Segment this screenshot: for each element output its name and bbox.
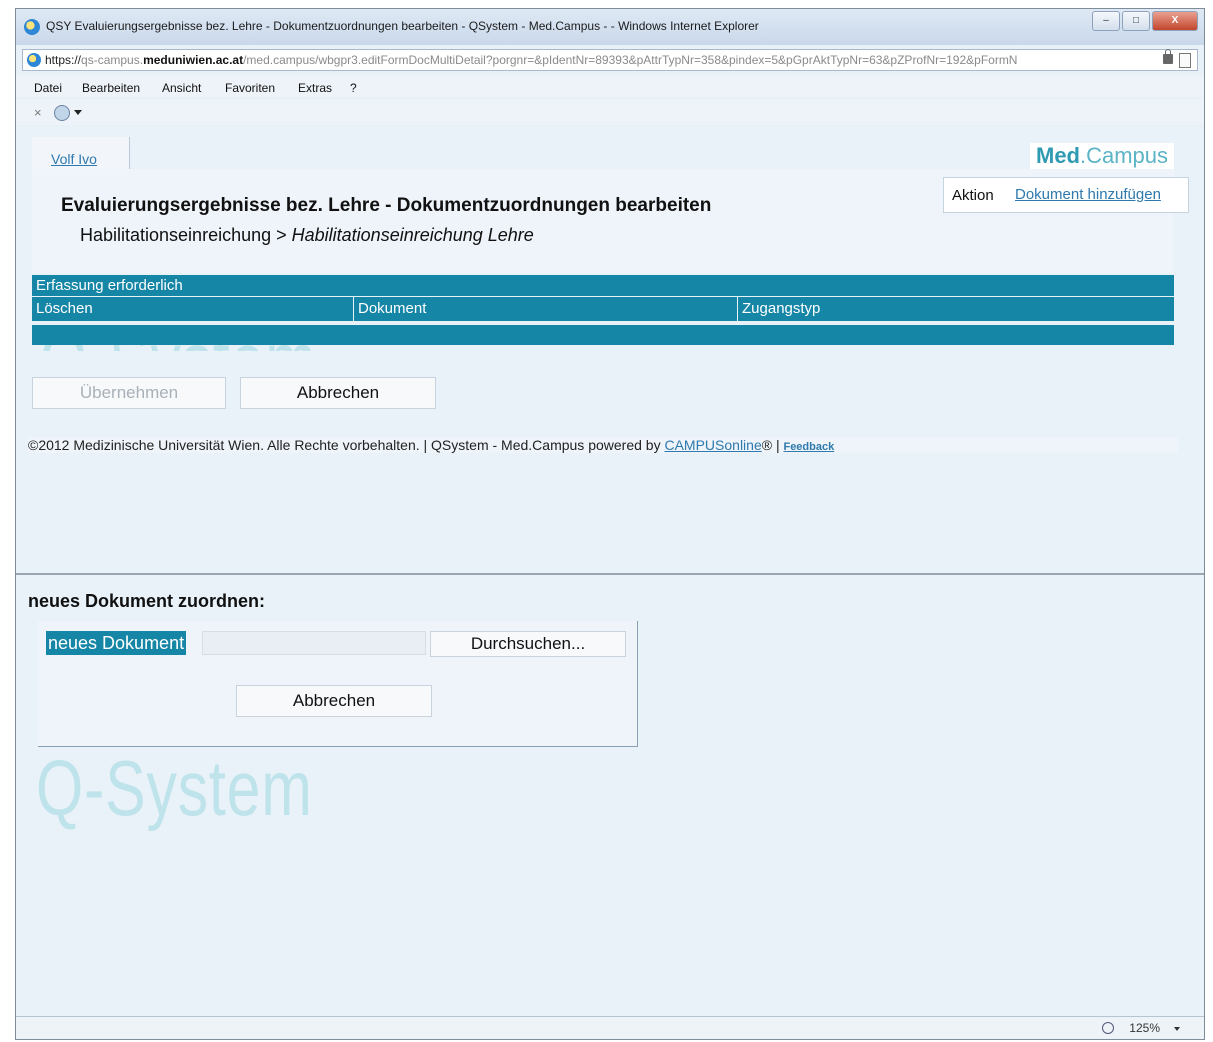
user-link[interactable]: Volf Ivo [51,151,97,167]
menu-extras[interactable]: Extras [298,81,332,95]
menu-datei[interactable]: Datei [34,81,62,95]
menu-favoriten[interactable]: Favoriten [225,81,275,95]
zoom-icon[interactable] [1102,1022,1114,1034]
campusonline-link[interactable]: CAMPUSonline [664,437,761,453]
address-bar[interactable]: https://qs-campus.meduniwien.ac.at/med.c… [22,49,1198,71]
url-subdomain: qs-campus. [81,53,144,67]
window-controls: – □ X [1090,11,1198,31]
favorites-icon[interactable] [54,105,70,121]
frame-divider[interactable] [16,573,1204,575]
menu-bearbeiten[interactable]: Bearbeiten [82,81,140,95]
table-empty-row [32,325,1174,345]
browse-button[interactable]: Durchsuchen... [430,631,626,657]
command-bar: × [16,99,1204,125]
watermark-bottom: Q-System [36,744,313,832]
apply-button[interactable]: Übernehmen [32,377,226,409]
ie-logo-icon [24,19,40,35]
ie-page-icon [27,53,41,67]
browser-window: QSY Evaluierungsergebnisse bez. Lehre - … [15,8,1205,1040]
page-content: Volf Ivo Med.Campus Evaluierungsergebnis… [16,127,1204,1017]
page-title: Evaluierungsergebnisse bez. Lehre - Doku… [61,195,712,216]
upload-cancel-button[interactable]: Abbrechen [236,685,432,717]
lock-icon[interactable] [1163,49,1173,64]
table-header: Löschen Dokument Zugangstyp [32,297,1174,325]
zoom-chevron-down-icon[interactable] [1174,1027,1180,1031]
file-path-field[interactable] [202,631,426,655]
status-bar: 125% [16,1016,1204,1039]
footer-reg: ® | [761,437,784,453]
maximize-button[interactable]: □ [1122,11,1150,31]
upload-panel: neues Dokument Durchsuchen... Abbrechen [38,621,638,747]
breadcrumb-separator: > [271,225,292,245]
url-domain: meduniwien.ac.at [143,53,244,67]
new-document-label: neues Dokument [46,631,187,655]
certificate-icon[interactable] [1179,53,1191,68]
medcampus-logo: Med.Campus [1030,143,1175,169]
document-table: Erfassung erforderlich Löschen Dokument … [32,275,1174,345]
cancel-button[interactable]: Abbrechen [240,377,436,409]
url-text[interactable]: https://qs-campus.meduniwien.ac.at/med.c… [45,53,1155,67]
action-box: Aktion Dokument hinzufügen [943,177,1189,213]
zoom-level[interactable]: 125% [1129,1021,1160,1035]
header-panel: Evaluierungsergebnisse bez. Lehre - Doku… [32,169,1189,273]
breadcrumb: Habilitationseinreichung > Habilitations… [80,225,534,246]
col-header-access-type: Zugangstyp [742,300,821,317]
logo-med: Med [1036,143,1080,168]
menu-ansicht[interactable]: Ansicht [162,81,201,95]
stop-icon[interactable]: × [34,105,42,120]
col-header-document: Dokument [354,297,738,321]
close-button[interactable]: X [1152,11,1198,31]
chevron-down-icon[interactable] [74,110,82,115]
upload-heading: neues Dokument zuordnen: [28,591,266,611]
footer: ©2012 Medizinische Universität Wien. All… [28,437,1178,453]
table-caption: Erfassung erforderlich [32,275,1174,297]
col-header-delete: Löschen [32,297,354,321]
breadcrumb-parent: Habilitationseinreichung [80,225,272,245]
action-label: Aktion [952,187,994,204]
window-title: QSY Evaluierungsergebnisse bez. Lehre - … [46,19,759,33]
url-protocol: https:// [45,53,82,67]
add-document-link[interactable]: Dokument hinzufügen [1015,186,1161,203]
title-bar: QSY Evaluierungsergebnisse bez. Lehre - … [16,9,1204,45]
breadcrumb-current: Habilitationseinreichung Lehre [291,225,534,245]
menu-help[interactable]: ? [350,81,357,95]
feedback-link[interactable]: Feedback [783,441,834,453]
footer-copyright: ©2012 Medizinische Universität Wien. All… [28,437,665,453]
logo-campus: .Campus [1080,143,1169,168]
minimize-button[interactable]: – [1092,11,1120,31]
user-tab: Volf Ivo [32,137,130,169]
menu-bar: Datei Bearbeiten Ansicht Favoriten Extra… [16,75,1204,97]
url-path: /med.campus/wbgpr3.editFormDocMultiDetai… [243,53,1018,67]
